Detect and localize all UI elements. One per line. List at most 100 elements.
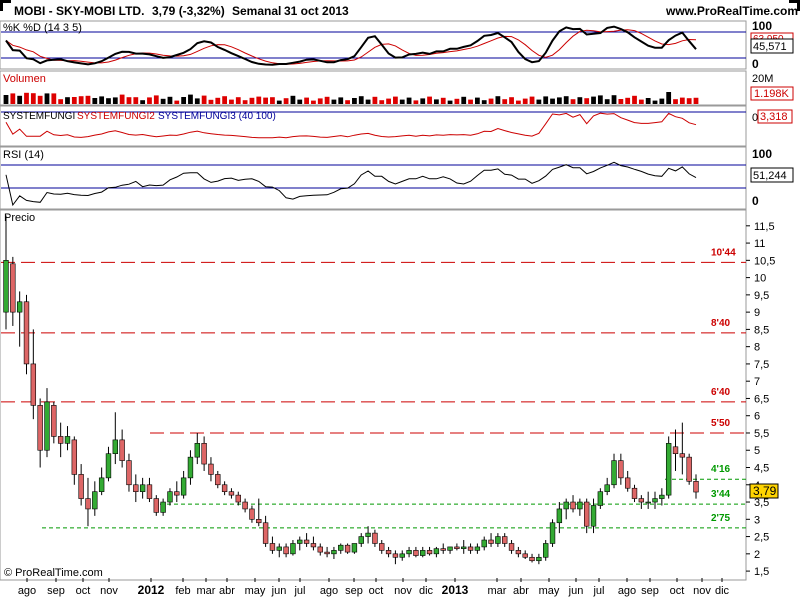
- candle-body: [372, 532, 378, 544]
- candle-body: [71, 439, 78, 475]
- volume-bar: [215, 97, 221, 104]
- x-tick-label: dic: [419, 585, 434, 597]
- x-tick-label: abr: [513, 585, 529, 597]
- level-label: 6'40: [711, 387, 731, 398]
- y-tick-label: 10: [754, 273, 766, 285]
- candle-body: [420, 550, 426, 556]
- x-tick-label: jun: [271, 585, 287, 597]
- volume-bar: [160, 98, 166, 104]
- candle-body: [584, 501, 590, 527]
- x-tick-label: sep: [641, 585, 659, 597]
- candle-body: [413, 550, 419, 556]
- volume-bar: [345, 100, 350, 104]
- candle-body: [310, 543, 317, 548]
- candle-body: [556, 508, 563, 524]
- x-tick-label: nov: [100, 585, 118, 597]
- candle-body: [597, 491, 604, 506]
- candle-body: [454, 546, 460, 549]
- volume-bar: [591, 96, 596, 104]
- candle-body: [481, 539, 487, 548]
- volume-bar: [208, 99, 214, 104]
- volume-bar: [379, 100, 385, 104]
- candle-body: [85, 498, 91, 510]
- candle-body: [235, 494, 241, 503]
- candle-body: [645, 501, 651, 504]
- volume-bar: [618, 99, 624, 104]
- systemfungi-label-1: SYSTEMFUNGI: [3, 111, 75, 122]
- candle-body: [194, 443, 200, 458]
- candle-body: [57, 436, 64, 444]
- volume-bar: [133, 97, 139, 104]
- y-tick-label: 2: [754, 549, 760, 561]
- y-tick-label: 3: [754, 514, 760, 526]
- candle-body: [290, 543, 296, 555]
- volume-bar: [386, 98, 391, 104]
- volume-bar: [427, 96, 432, 104]
- candle-body: [536, 556, 542, 562]
- volume-bar: [673, 99, 678, 104]
- volume-bar: [543, 96, 549, 104]
- volume-bar: [85, 95, 91, 104]
- volume-bar: [645, 98, 651, 104]
- candle-body: [180, 477, 187, 496]
- volume-bar: [229, 99, 234, 104]
- volume-bar: [570, 99, 576, 104]
- level-label: 5'50: [711, 418, 731, 429]
- x-tick-label: ago: [618, 585, 636, 597]
- volume-bar: [65, 97, 70, 104]
- volume-bar: [632, 95, 637, 104]
- candle-body: [44, 401, 50, 451]
- price-panel: [0, 209, 747, 581]
- volume-bar: [509, 97, 514, 104]
- level-label: 10'44: [711, 247, 736, 258]
- candle-body: [638, 498, 645, 503]
- volume-bar: [372, 96, 378, 104]
- y-tick-label: 3,5: [754, 497, 769, 509]
- candle-body: [256, 519, 262, 524]
- volume-bar: [461, 96, 467, 104]
- y-tick-label: 6: [754, 411, 760, 423]
- candle-body: [338, 544, 344, 551]
- systemfungi-label-2: SYSTEMFUNGI2: [77, 111, 155, 122]
- y-tick-label: 8: [754, 342, 760, 354]
- candle-body: [215, 474, 221, 486]
- candle-body: [515, 550, 522, 555]
- stochastic-scale-bottom: 0: [752, 57, 759, 71]
- volume-bar: [242, 100, 248, 104]
- volume-bar: [112, 97, 118, 104]
- candle-body: [78, 474, 84, 499]
- volume-bar: [174, 100, 180, 104]
- volume-bar: [194, 98, 200, 104]
- volume-bar: [311, 100, 316, 104]
- candle-body: [672, 446, 679, 454]
- candle-body: [228, 491, 235, 496]
- rsi-layer: [5, 161, 697, 207]
- volume-bar: [652, 100, 658, 104]
- volume-bar: [474, 97, 480, 104]
- candle-body: [208, 463, 214, 475]
- candles-layer: [3, 215, 699, 565]
- candle-body: [112, 439, 118, 454]
- level-label: 4'16: [711, 464, 731, 475]
- candle-body: [406, 550, 412, 555]
- volume-bar: [495, 96, 501, 104]
- candle-body: [543, 543, 549, 558]
- candle-body: [317, 546, 323, 553]
- candle-body: [433, 548, 440, 555]
- volume-label: Volumen: [3, 73, 46, 85]
- volume-bar: [30, 93, 36, 104]
- x-tick-label: jul: [592, 585, 604, 597]
- rsi-scale-bottom: 0: [752, 194, 759, 208]
- y-tick-label: 11,5: [754, 221, 775, 233]
- candle-body: [502, 536, 508, 544]
- candle-body: [242, 501, 248, 510]
- candle-body: [577, 501, 583, 510]
- volume-bar: [256, 96, 262, 104]
- y-tick-label: 2,5: [754, 532, 769, 544]
- candle-body: [652, 498, 658, 503]
- systemfungi-scale-left: 0: [752, 112, 758, 124]
- y-tick-label: 1,5: [754, 566, 769, 578]
- volume-bar: [604, 99, 610, 104]
- x-tick-label: oct: [76, 585, 91, 597]
- y-tick-label: 10,5: [754, 255, 775, 267]
